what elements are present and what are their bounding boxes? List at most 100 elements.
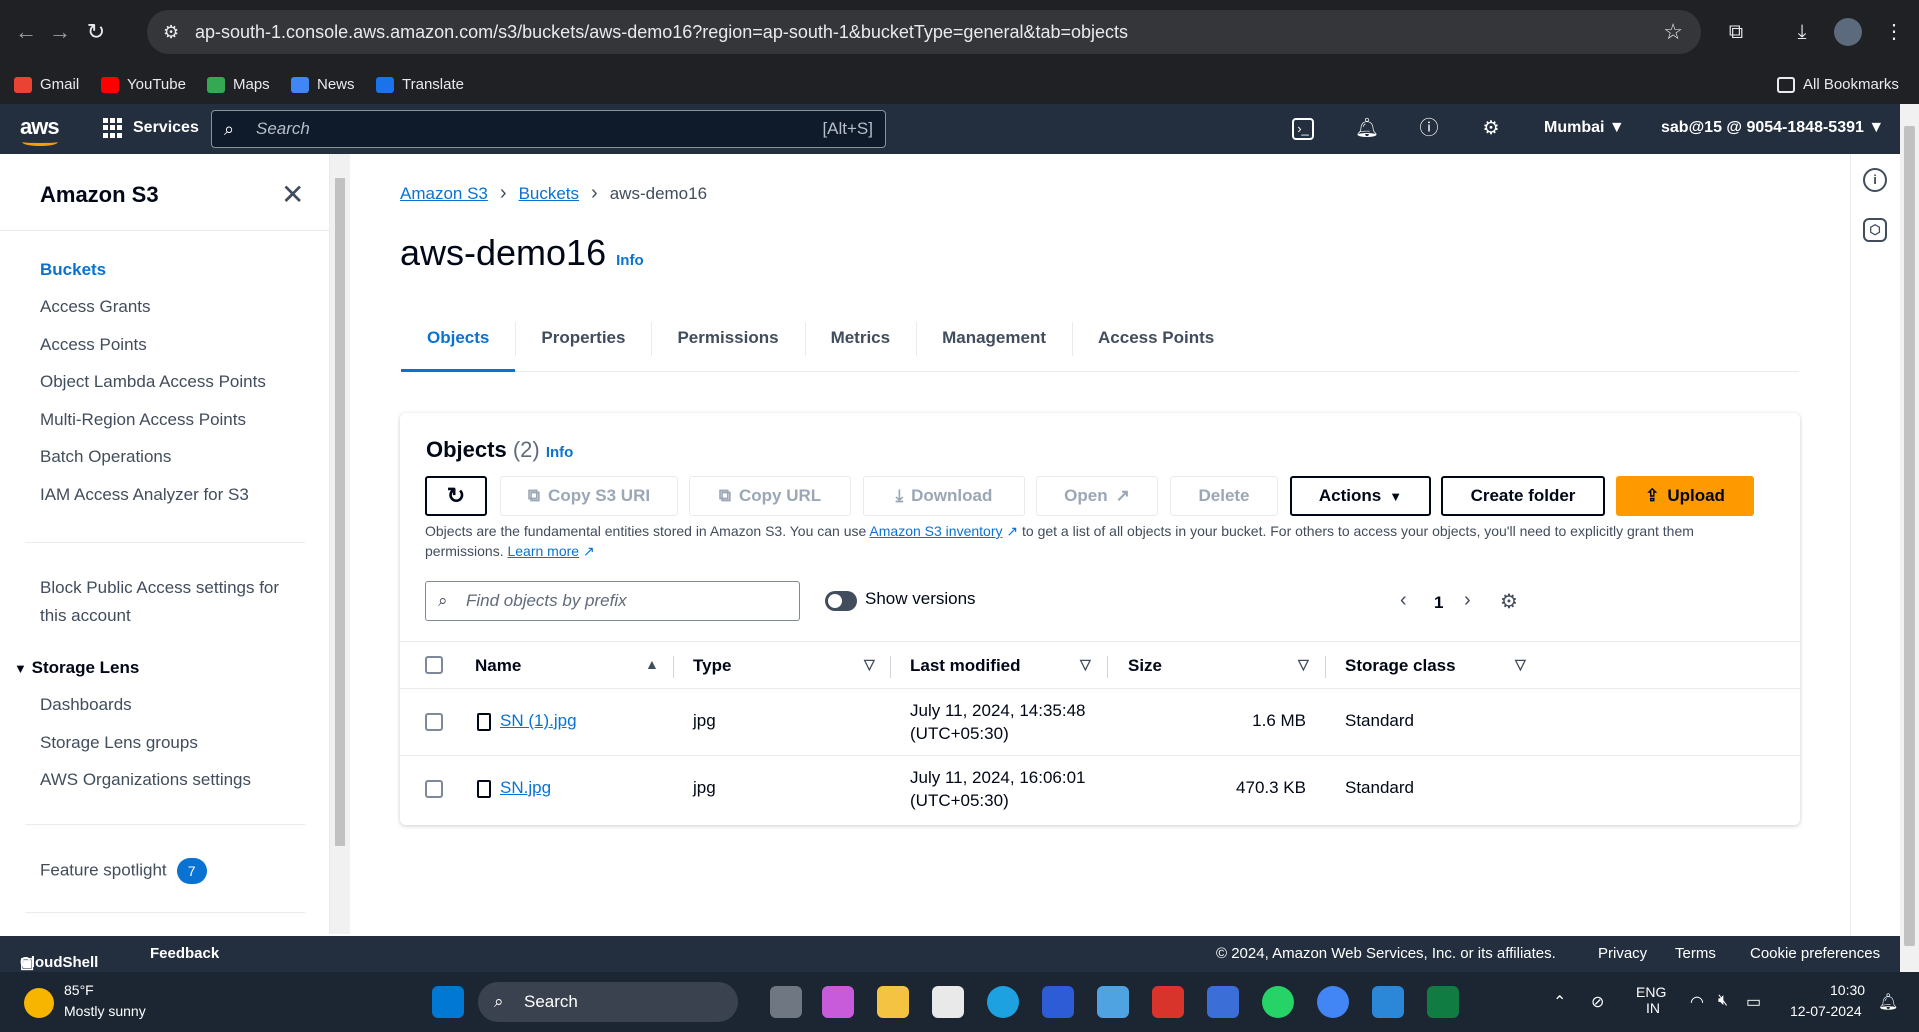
sort-icon[interactable]: ▽ <box>1515 656 1526 673</box>
site-info-icon[interactable]: ⚙ <box>163 10 179 54</box>
tab-access-points[interactable]: Access Points <box>1072 314 1240 372</box>
info-link[interactable]: Info <box>546 444 574 461</box>
bookmark-maps[interactable]: Maps <box>207 75 270 95</box>
row-checkbox[interactable] <box>425 780 443 798</box>
cookie-preferences-link[interactable]: Cookie preferences <box>1750 945 1880 962</box>
tab-permissions[interactable]: Permissions <box>651 314 804 372</box>
help-panel-icon[interactable]: ⬡ <box>1863 218 1887 242</box>
sidebar-item-feature-spotlight[interactable]: Feature spotlight 7 <box>40 858 207 884</box>
sidebar-item-buckets[interactable]: Buckets <box>40 260 106 280</box>
tab-objects[interactable]: Objects <box>401 314 516 372</box>
table-row[interactable]: SN.jpg jpg July 11, 2024, 16:06:01 (UTC+0… <box>400 756 1800 823</box>
prefix-search-input[interactable]: ⌕ Find objects by prefix <box>425 581 800 621</box>
notification-bell-icon[interactable]: 🔔︎ <box>1878 992 1898 1012</box>
region-selector[interactable]: Mumbai ▼ <box>1544 119 1625 137</box>
help-icon[interactable]: ⓘ <box>1416 116 1442 142</box>
sort-icon[interactable]: ▽ <box>1080 656 1091 673</box>
sidebar-item-org-settings[interactable]: AWS Organizations settings <box>40 770 251 790</box>
aws-search-input[interactable]: ⌕ Search [Alt+S] <box>211 110 886 148</box>
copilot-icon[interactable] <box>822 986 854 1018</box>
bookmark-translate[interactable]: Translate <box>376 75 464 95</box>
scrollbar-thumb[interactable] <box>1904 126 1915 946</box>
privacy-link[interactable]: Privacy <box>1598 945 1647 962</box>
forward-icon[interactable]: → <box>46 18 74 46</box>
account-menu[interactable]: sab@15 @ 9054-1848-5391 ▼ <box>1661 119 1884 137</box>
inventory-link[interactable]: Amazon S3 inventory <box>869 523 1002 539</box>
open-button[interactable]: Open ↗ <box>1036 476 1158 516</box>
breadcrumb-amazon-s3[interactable]: Amazon S3 <box>400 184 488 204</box>
services-menu[interactable]: Services <box>103 118 199 138</box>
battery-saver-icon[interactable]: ⊘ <box>1591 992 1604 1012</box>
bookmark-news[interactable]: News <box>291 75 355 95</box>
object-link[interactable]: SN (1).jpg <box>500 711 577 730</box>
sidebar-item-iam-analyzer[interactable]: IAM Access Analyzer for S3 <box>40 485 249 505</box>
sidebar-item-object-lambda[interactable]: Object Lambda Access Points <box>40 372 266 392</box>
terms-link[interactable]: Terms <box>1675 945 1716 962</box>
col-storage-class[interactable]: Storage class <box>1345 656 1456 676</box>
back-icon[interactable]: ← <box>12 18 40 46</box>
copy-s3-uri-button[interactable]: ⧉ Copy S3 URI <box>500 476 678 516</box>
chrome-icon[interactable] <box>1317 986 1349 1018</box>
menu-icon[interactable]: ⋮ <box>1880 18 1908 46</box>
whatsapp-icon[interactable] <box>1262 986 1294 1018</box>
excel-icon[interactable] <box>1427 986 1459 1018</box>
address-bar[interactable]: ⚙ ap-south-1.console.aws.amazon.com/s3/b… <box>147 10 1701 54</box>
sidebar-item-multi-region[interactable]: Multi-Region Access Points <box>40 410 246 430</box>
aws-logo[interactable]: aws <box>20 114 60 146</box>
taskbar-search[interactable]: ⌕ Search <box>478 982 738 1022</box>
col-last-modified[interactable]: Last modified <box>910 656 1021 676</box>
reload-icon[interactable]: ↻ <box>82 18 110 46</box>
sort-icon[interactable]: ▽ <box>1298 656 1309 673</box>
store-icon[interactable] <box>932 986 964 1018</box>
create-folder-button[interactable]: Create folder <box>1441 476 1605 516</box>
extensions-icon[interactable]: ⧉ <box>1722 18 1750 46</box>
mute-icon[interactable]: 🔇︎ <box>1718 992 1728 1010</box>
prev-page-icon[interactable]: ‹ <box>1400 589 1407 612</box>
download-icon[interactable]: ⤓ <box>1788 18 1816 46</box>
scrollbar-thumb[interactable] <box>335 178 345 846</box>
info-icon[interactable]: i <box>1863 168 1887 192</box>
actions-dropdown[interactable]: Actions ▼ <box>1290 476 1431 516</box>
tab-properties[interactable]: Properties <box>515 314 651 372</box>
settings-gear-icon[interactable]: ⚙ <box>1500 589 1518 614</box>
select-all-checkbox[interactable] <box>425 656 443 674</box>
learn-more-link[interactable]: Learn more <box>507 543 579 559</box>
sidebar-scrollbar[interactable] <box>330 154 350 934</box>
bookmark-star-icon[interactable]: ☆ <box>1663 10 1683 54</box>
copy-url-button[interactable]: ⧉ Copy URL <box>689 476 851 516</box>
next-page-icon[interactable]: › <box>1464 589 1471 612</box>
sort-icon[interactable]: ▽ <box>864 656 875 673</box>
show-versions-toggle[interactable] <box>825 591 857 611</box>
info-link[interactable]: Info <box>616 252 644 269</box>
tab-management[interactable]: Management <box>916 314 1072 372</box>
sidebar-item-block-public-access[interactable]: Block Public Access settings for this ac… <box>40 574 279 630</box>
tab-metrics[interactable]: Metrics <box>804 314 917 372</box>
close-icon[interactable]: ✕ <box>281 178 304 211</box>
page-scrollbar[interactable] <box>1900 104 1919 972</box>
sidebar-item-access-points[interactable]: Access Points <box>40 335 147 355</box>
sidebar-item-access-grants[interactable]: Access Grants <box>40 297 151 317</box>
photos-icon[interactable] <box>1372 986 1404 1018</box>
row-checkbox[interactable] <box>425 713 443 731</box>
clock-time[interactable]: 10:30 <box>1830 982 1865 998</box>
refresh-button[interactable]: ↻ <box>425 476 487 516</box>
col-size[interactable]: Size <box>1128 656 1162 676</box>
sidebar-item-lens-groups[interactable]: Storage Lens groups <box>40 733 198 753</box>
col-type[interactable]: Type <box>693 656 731 676</box>
table-row[interactable]: SN (1).jpg jpg July 11, 2024, 14:35:48 (U… <box>400 689 1800 756</box>
col-name[interactable]: Name <box>475 656 521 676</box>
gear-icon[interactable]: ⚙ <box>1478 116 1504 142</box>
language-indicator[interactable]: ENG IN <box>1636 984 1666 1016</box>
delete-button[interactable]: Delete <box>1170 476 1278 516</box>
page-number[interactable]: 1 <box>1434 593 1443 613</box>
chevron-up-icon[interactable]: ⌃ <box>1553 992 1566 1012</box>
task-view-icon[interactable] <box>770 986 802 1018</box>
sidebar-item-dashboards[interactable]: Dashboards <box>40 695 132 715</box>
weather-icon[interactable] <box>24 988 54 1018</box>
sort-asc-icon[interactable]: ▲ <box>645 656 659 672</box>
file-explorer-icon[interactable] <box>877 986 909 1018</box>
object-link[interactable]: SN.jpg <box>500 778 551 797</box>
all-bookmarks[interactable]: All Bookmarks <box>1777 75 1899 95</box>
battery-icon[interactable]: ▭ <box>1746 992 1761 1012</box>
feedback-link[interactable]: Feedback <box>150 945 219 962</box>
